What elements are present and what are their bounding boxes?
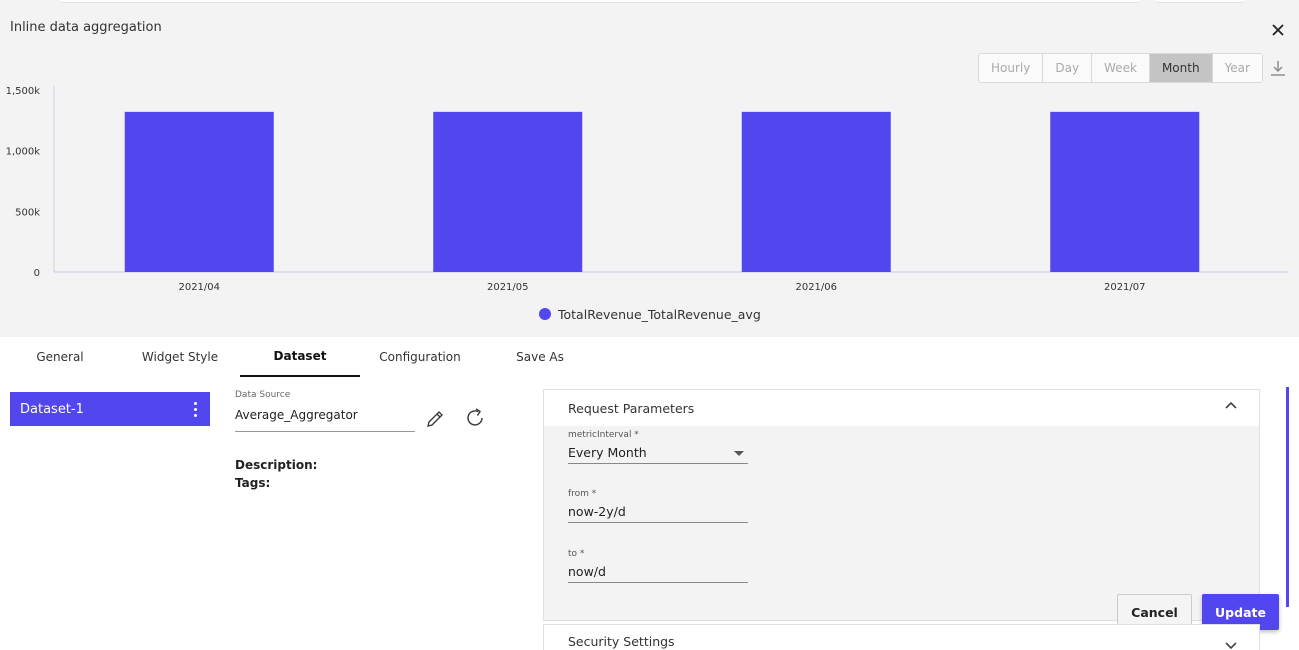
x-tick-label: 2021/04 [178,282,220,293]
x-tick-label: 2021/05 [487,282,529,293]
from-field[interactable]: from * now-2y/d [568,489,748,523]
tab-widget-style[interactable]: Widget Style [130,337,230,377]
caret-down-icon [734,451,744,456]
preview-panel: Inline data aggregation Hourly Day Week … [0,6,1299,337]
legend-label: TotalRevenue_TotalRevenue_avg [557,307,761,322]
legend-marker [539,308,551,320]
tags-label: Tags: [235,476,271,490]
y-tick-label: 1,000k [6,147,41,158]
dataset-item-label: Dataset-1 [20,401,84,417]
x-tick-label: 2021/07 [1104,282,1146,293]
chevron-down-icon[interactable] [1223,637,1239,650]
metric-interval-field[interactable]: metricInterval * Every Month [568,430,748,464]
data-source-field[interactable]: Average_Aggregator [235,405,415,432]
security-settings-panel[interactable]: Security Settings [543,624,1260,650]
tab-save-as[interactable]: Save As [500,337,580,377]
bar [741,111,891,272]
description-label: Description: [235,458,318,472]
tab-configuration[interactable]: Configuration [370,337,470,377]
request-parameters-title: Request Parameters [568,400,695,416]
top-button-edge [1155,0,1245,3]
to-input[interactable]: now/d [568,559,748,583]
refresh-icon[interactable] [464,407,486,429]
preview-title: Inline data aggregation [10,20,162,35]
download-icon[interactable] [1269,58,1287,78]
request-parameters-panel: Request Parameters metricInterval * Ever… [543,389,1260,621]
chevron-up-icon[interactable] [1223,398,1239,414]
close-icon[interactable] [1268,20,1288,40]
from-label: from * [568,489,597,499]
tab-dataset[interactable]: Dataset [240,337,360,377]
to-field[interactable]: to * now/d [568,549,748,583]
metric-interval-label: metricInterval * [568,430,639,440]
dataset-list-item[interactable]: Dataset-1 [10,392,210,426]
data-source-label: Data Source [235,390,291,400]
from-input[interactable]: now-2y/d [568,499,748,523]
metric-interval-select[interactable]: Every Month [568,440,748,464]
security-settings-title: Security Settings [568,634,675,649]
to-label: to * [568,549,585,559]
x-tick-label: 2021/06 [795,282,837,293]
tab-bar: General Widget Style Dataset Configurati… [0,337,1299,377]
top-input-edge [60,0,1140,3]
pencil-icon[interactable] [424,408,446,430]
bar [433,111,583,272]
tab-general[interactable]: General [20,337,100,377]
bar-chart: 0 500k 1,000k 1,500k 2021/04 2021/05 2021/06 20… [6,86,1288,322]
y-tick-label: 1,500k [6,86,41,97]
y-tick-label: 500k [15,207,40,218]
y-tick-label: 0 [34,268,40,279]
bar [1050,111,1200,272]
scrollbar[interactable] [1286,387,1289,607]
kebab-menu-icon[interactable] [188,399,202,419]
request-parameters-header[interactable]: Request Parameters [544,390,1259,426]
metric-interval-value: Every Month [568,445,647,460]
bar [124,111,274,272]
